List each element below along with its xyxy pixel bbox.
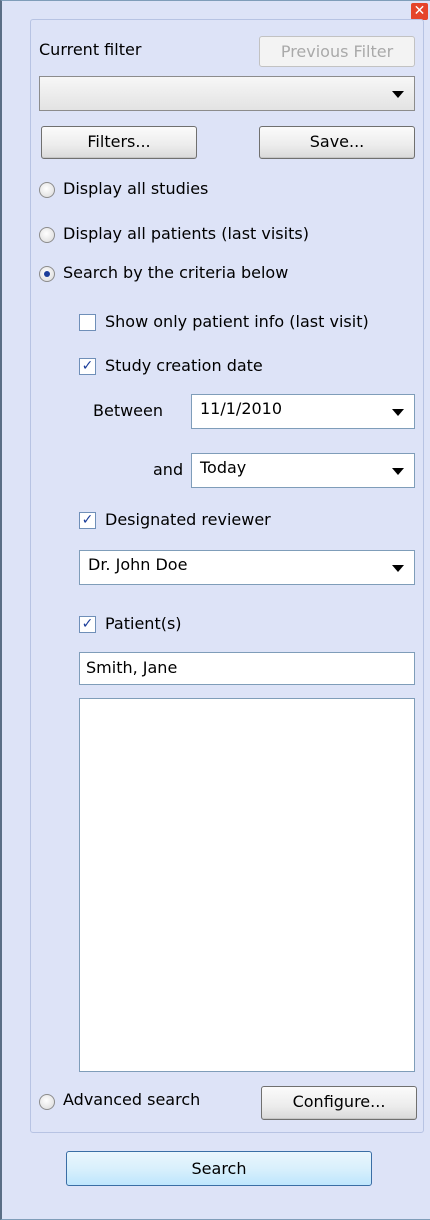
filters-button[interactable]: Filters... [41, 126, 197, 159]
advanced-search-label: Advanced search [63, 1090, 201, 1109]
filter-panel: Current filter Previous Filter Filters..… [30, 19, 424, 1133]
patients-label: Patient(s) [105, 614, 182, 633]
close-icon[interactable]: ✕ [411, 3, 428, 20]
display-all-studies-label: Display all studies [63, 179, 209, 198]
chevron-down-icon [392, 468, 404, 475]
chevron-down-icon [392, 565, 404, 572]
search-button[interactable]: Search [66, 1151, 372, 1186]
search-by-criteria-label: Search by the criteria below [63, 263, 289, 282]
reviewer-value: Dr. John Doe [88, 555, 188, 574]
previous-filter-button[interactable]: Previous Filter [259, 36, 415, 67]
configure-button[interactable]: Configure... [261, 1086, 417, 1120]
save-button[interactable]: Save... [259, 126, 415, 159]
current-filter-label: Current filter [39, 40, 142, 59]
display-all-patients-radio[interactable] [39, 227, 55, 243]
patients-checkbox[interactable]: ✓ [79, 616, 96, 633]
chevron-down-icon [392, 91, 404, 98]
patients-list[interactable] [79, 698, 415, 1072]
advanced-search-radio[interactable] [39, 1094, 55, 1110]
between-date-dropdown[interactable]: 11/1/2010 [191, 394, 415, 429]
search-by-criteria-radio[interactable] [39, 266, 55, 282]
display-all-patients-label: Display all patients (last visits) [63, 224, 309, 243]
current-filter-dropdown[interactable] [39, 76, 415, 111]
display-all-studies-radio[interactable] [39, 182, 55, 198]
chevron-down-icon [392, 409, 404, 416]
reviewer-dropdown[interactable]: Dr. John Doe [79, 550, 415, 585]
and-label: and [153, 460, 184, 479]
study-creation-date-checkbox[interactable]: ✓ [79, 358, 96, 375]
show-only-patient-info-checkbox[interactable] [79, 314, 96, 331]
designated-reviewer-label: Designated reviewer [105, 510, 271, 529]
patient-search-input[interactable]: Smith, Jane [79, 652, 415, 685]
patient-search-value: Smith, Jane [86, 658, 178, 677]
and-date-value: Today [200, 458, 247, 477]
and-date-dropdown[interactable]: Today [191, 453, 415, 488]
study-creation-date-label: Study creation date [105, 356, 263, 375]
show-only-patient-info-label: Show only patient info (last visit) [105, 312, 369, 331]
filter-window: ✕ Current filter Previous Filter Filters… [0, 0, 430, 1220]
between-label: Between [93, 401, 164, 420]
between-date-value: 11/1/2010 [200, 399, 283, 418]
designated-reviewer-checkbox[interactable]: ✓ [79, 512, 96, 529]
